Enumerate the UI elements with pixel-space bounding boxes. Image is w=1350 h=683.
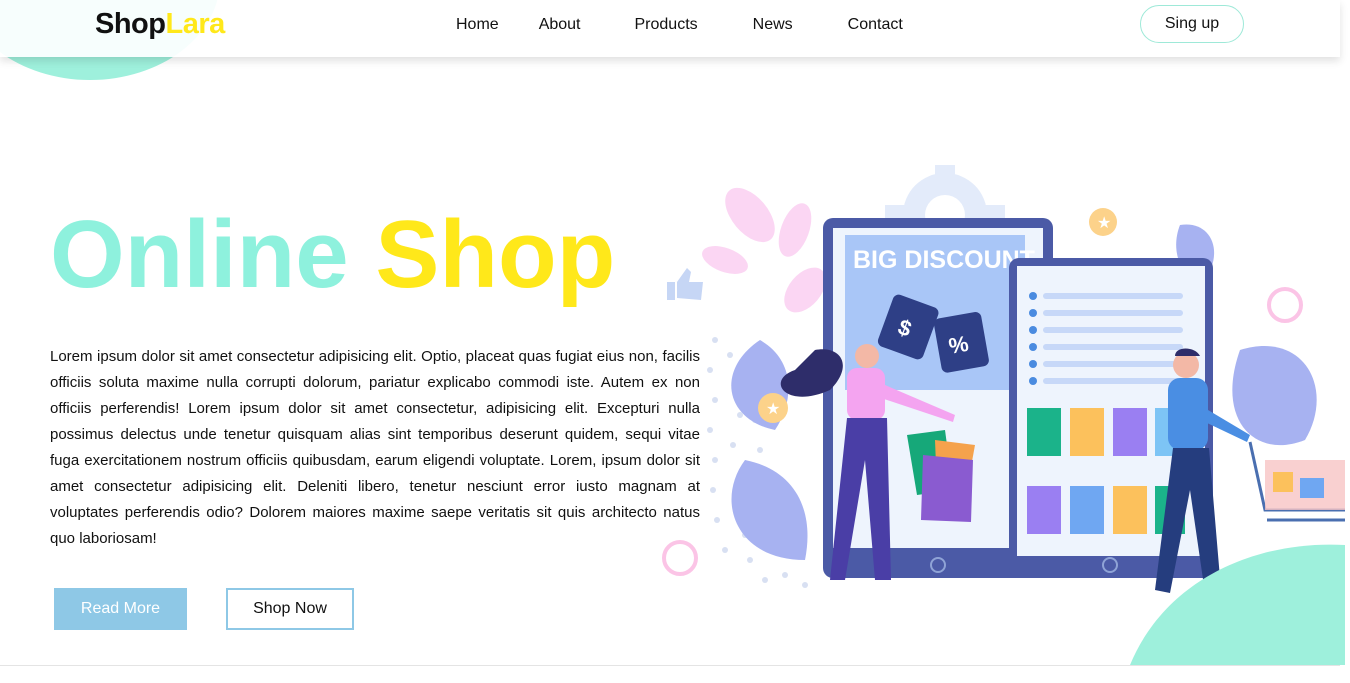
logo[interactable]: ShopLara — [95, 8, 225, 41]
read-more-button[interactable]: Read More — [54, 588, 187, 630]
hero-description: Lorem ipsum dolor sit amet consectetur a… — [50, 348, 700, 547]
banner-text: BIG DISCOUNT — [853, 246, 1035, 274]
online-shop-illustration: ★ ★ BIG DISCOUNT $ % — [662, 165, 1345, 665]
hero-title: Online Shop — [50, 201, 616, 308]
nav-contact[interactable]: Contact — [848, 16, 903, 34]
shop-now-button[interactable]: Shop Now — [226, 588, 354, 630]
nav-about[interactable]: About — [539, 16, 581, 34]
nav-news[interactable]: News — [753, 16, 793, 34]
main-nav: Home About Products News Contact — [456, 0, 903, 50]
nav-home[interactable]: Home — [456, 16, 499, 34]
svg-text:★: ★ — [766, 399, 780, 418]
header: ShopLara Home About Products News Contac… — [0, 0, 1340, 57]
svg-text:★: ★ — [1097, 213, 1111, 232]
nav-products[interactable]: Products — [635, 16, 698, 34]
signup-button[interactable]: Sing up — [1140, 5, 1244, 43]
section-divider — [0, 665, 1340, 666]
